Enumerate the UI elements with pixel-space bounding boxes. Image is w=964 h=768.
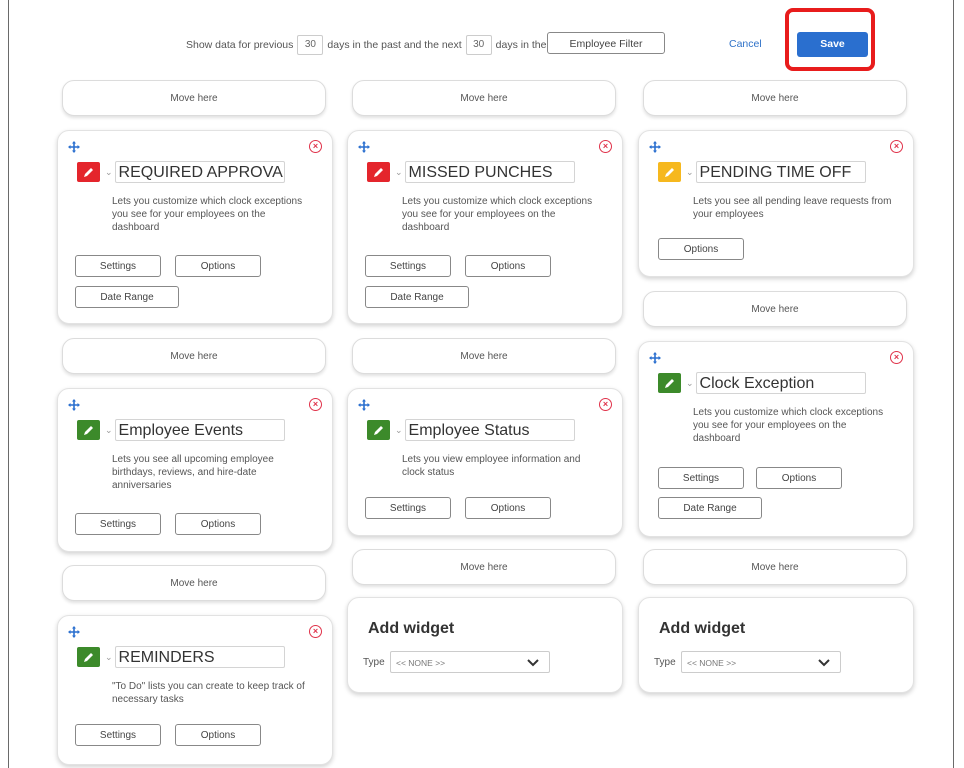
caret-down-icon[interactable]: ⌄ bbox=[686, 378, 694, 389]
widget-missed-punches: × ⌄ MISSED PUNCHES Lets you customize wh… bbox=[347, 130, 623, 324]
date-range-button[interactable]: Date Range bbox=[75, 286, 179, 308]
move-arrows-icon[interactable] bbox=[649, 141, 661, 153]
move-arrows-icon[interactable] bbox=[68, 399, 80, 411]
move-here-slot[interactable]: Move here bbox=[62, 80, 326, 116]
options-button[interactable]: Options bbox=[175, 513, 261, 535]
widget-description: Lets you customize which clock exception… bbox=[693, 407, 884, 444]
pencil-icon[interactable] bbox=[658, 162, 681, 182]
options-button[interactable]: Options bbox=[465, 497, 551, 519]
widget-type-select[interactable]: << NONE >> bbox=[390, 651, 550, 673]
add-widget-card: Add widget Type << NONE >> bbox=[638, 597, 914, 693]
select-value: << NONE >> bbox=[396, 658, 446, 668]
close-circle-icon[interactable]: × bbox=[599, 140, 612, 153]
type-label: Type bbox=[363, 657, 385, 668]
move-here-slot[interactable]: Move here bbox=[643, 80, 907, 116]
pencil-icon[interactable] bbox=[77, 647, 100, 667]
widget-description: Lets you customize which clock exception… bbox=[112, 196, 303, 233]
close-circle-icon[interactable]: × bbox=[599, 398, 612, 411]
widget-title-input[interactable]: Clock Exception bbox=[695, 372, 866, 394]
settings-button[interactable]: Settings bbox=[75, 513, 161, 535]
cancel-button[interactable]: Cancel bbox=[729, 38, 762, 50]
settings-button[interactable]: Settings bbox=[365, 497, 451, 519]
widget-required-approvals: × ⌄ REQUIRED APPROVALS Lets you customiz… bbox=[57, 130, 333, 324]
close-circle-icon[interactable]: × bbox=[890, 140, 903, 153]
type-label: Type bbox=[654, 657, 676, 668]
add-widget-card: Add widget Type << NONE >> bbox=[347, 597, 623, 693]
settings-button[interactable]: Settings bbox=[75, 255, 161, 277]
settings-button[interactable]: Settings bbox=[658, 467, 744, 489]
widget-description: Lets you view employee information and c… bbox=[402, 454, 581, 478]
caret-down-icon[interactable]: ⌄ bbox=[686, 167, 694, 178]
move-here-slot[interactable]: Move here bbox=[352, 549, 616, 585]
settings-button[interactable]: Settings bbox=[365, 255, 451, 277]
pencil-icon[interactable] bbox=[367, 420, 390, 440]
widget-title-input[interactable]: REMINDERS bbox=[114, 646, 285, 668]
date-range-bar: Show data for previous 30 days in the pa… bbox=[186, 35, 576, 55]
widget-title-input[interactable]: Employee Events bbox=[114, 419, 285, 441]
widget-reminders: × ⌄ REMINDERS "To Do" lists you can crea… bbox=[57, 615, 333, 765]
date-range-button[interactable]: Date Range bbox=[658, 497, 762, 519]
widget-description: Lets you customize which clock exception… bbox=[402, 196, 593, 233]
employee-filter-button[interactable]: Employee Filter bbox=[547, 32, 665, 54]
move-here-slot[interactable]: Move here bbox=[352, 338, 616, 374]
prev-days-input[interactable]: 30 bbox=[297, 35, 324, 55]
widget-description: Lets you see all pending leave requests … bbox=[693, 196, 892, 220]
widget-title-input[interactable]: PENDING TIME OFF bbox=[695, 161, 866, 183]
caret-down-icon[interactable]: ⌄ bbox=[395, 425, 403, 436]
move-here-slot[interactable]: Move here bbox=[643, 291, 907, 327]
pencil-icon[interactable] bbox=[77, 162, 100, 182]
move-arrows-icon[interactable] bbox=[358, 399, 370, 411]
widget-title-input[interactable]: Employee Status bbox=[404, 419, 575, 441]
pencil-icon[interactable] bbox=[367, 162, 390, 182]
move-here-slot[interactable]: Move here bbox=[62, 338, 326, 374]
widget-title-input[interactable]: MISSED PUNCHES bbox=[404, 161, 575, 183]
close-circle-icon[interactable]: × bbox=[309, 140, 322, 153]
close-circle-icon[interactable]: × bbox=[309, 625, 322, 638]
widget-description: Lets you see all upcoming employee birth… bbox=[112, 454, 274, 491]
pencil-icon[interactable] bbox=[658, 373, 681, 393]
options-button[interactable]: Options bbox=[175, 255, 261, 277]
caret-down-icon[interactable]: ⌄ bbox=[105, 167, 113, 178]
close-circle-icon[interactable]: × bbox=[890, 351, 903, 364]
select-value: << NONE >> bbox=[687, 658, 737, 668]
widget-employee-events: × ⌄ Employee Events Lets you see all upc… bbox=[57, 388, 333, 552]
options-button[interactable]: Options bbox=[658, 238, 744, 260]
move-here-slot[interactable]: Move here bbox=[62, 565, 326, 601]
move-here-slot[interactable]: Move here bbox=[352, 80, 616, 116]
widget-title-input[interactable]: REQUIRED APPROVALS bbox=[114, 161, 285, 183]
widget-clock-exception: × ⌄ Clock Exception Lets you customize w… bbox=[638, 341, 914, 537]
chevron-down-icon bbox=[527, 659, 539, 667]
widget-description: "To Do" lists you can create to keep tra… bbox=[112, 681, 305, 705]
add-widget-title: Add widget bbox=[659, 620, 746, 637]
move-arrows-icon[interactable] bbox=[649, 352, 661, 364]
close-circle-icon[interactable]: × bbox=[309, 398, 322, 411]
pencil-icon[interactable] bbox=[77, 420, 100, 440]
move-arrows-icon[interactable] bbox=[68, 141, 80, 153]
show-prev-label: Show data for previous bbox=[186, 39, 294, 51]
caret-down-icon[interactable]: ⌄ bbox=[105, 652, 113, 663]
date-range-button[interactable]: Date Range bbox=[365, 286, 469, 308]
mid-label: days in the past and the next bbox=[327, 39, 462, 51]
widget-employee-status: × ⌄ Employee Status Lets you view employ… bbox=[347, 388, 623, 536]
move-arrows-icon[interactable] bbox=[358, 141, 370, 153]
options-button[interactable]: Options bbox=[175, 724, 261, 746]
options-button[interactable]: Options bbox=[465, 255, 551, 277]
next-days-input[interactable]: 30 bbox=[465, 35, 492, 55]
options-button[interactable]: Options bbox=[756, 467, 842, 489]
move-arrows-icon[interactable] bbox=[68, 626, 80, 638]
caret-down-icon[interactable]: ⌄ bbox=[105, 425, 113, 436]
settings-button[interactable]: Settings bbox=[75, 724, 161, 746]
save-highlight-box bbox=[785, 8, 875, 71]
add-widget-title: Add widget bbox=[368, 620, 455, 637]
chevron-down-icon bbox=[818, 659, 830, 667]
widget-pending-time-off: × ⌄ PENDING TIME OFF Lets you see all pe… bbox=[638, 130, 914, 277]
move-here-slot[interactable]: Move here bbox=[643, 549, 907, 585]
caret-down-icon[interactable]: ⌄ bbox=[395, 167, 403, 178]
widget-type-select[interactable]: << NONE >> bbox=[681, 651, 841, 673]
